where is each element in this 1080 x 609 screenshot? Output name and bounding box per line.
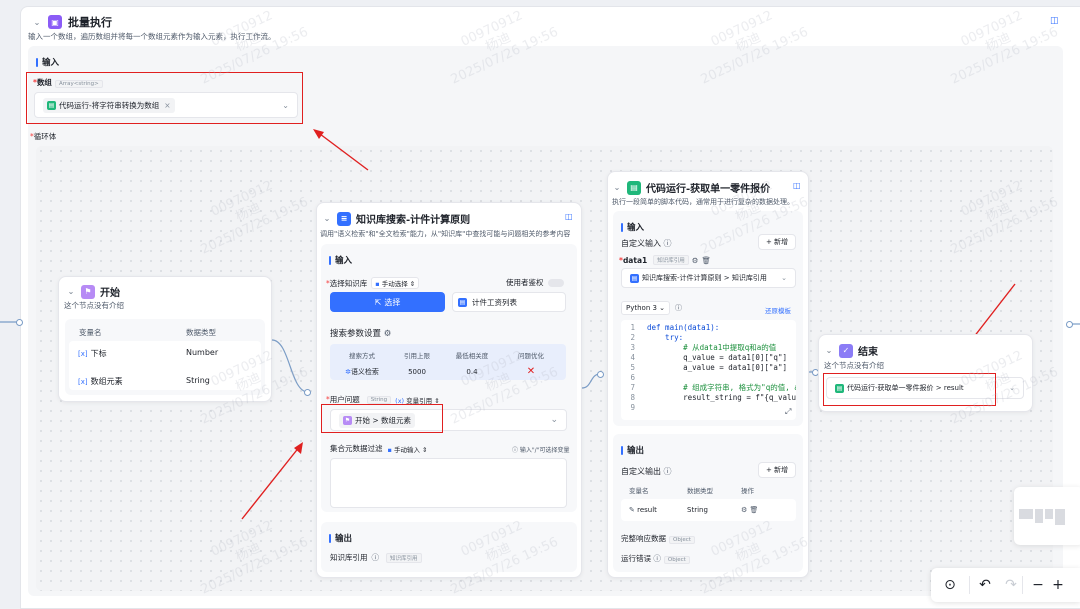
watermark: 00970912 杨迪 2025/07/26 19:56 — [698, 8, 811, 88]
watermark: 00970912 杨迪 2025/07/26 19:56 — [198, 178, 311, 258]
watermark: 00970912 杨迪 2025/07/26 19:56 — [198, 518, 311, 598]
watermark: 00970912 杨迪 2025/07/26 19:56 — [698, 518, 811, 598]
watermark: 00970912 杨迪 2025/07/26 19:56 — [948, 178, 1061, 258]
watermark: 00970912 杨迪 2025/07/26 19:56 — [198, 348, 311, 428]
watermark: 00970912 杨迪 2025/07/26 19:56 — [448, 8, 561, 88]
watermark: 00970912 杨迪 2025/07/26 19:56 — [948, 8, 1061, 88]
watermark: 00970912 杨迪 2025/07/26 19:56 — [448, 518, 561, 598]
watermark: 00970912 杨迪 2025/07/26 19:56 — [198, 8, 311, 88]
watermark: 00970912 杨迪 2025/07/26 19:56 — [698, 178, 811, 258]
watermark-layer: 00970912 杨迪 2025/07/26 19:56 00970912 杨迪… — [0, 0, 1080, 609]
watermark: 00970912 杨迪 2025/07/26 19:56 — [948, 348, 1061, 428]
watermark: 00970912 杨迪 2025/07/26 19:56 — [448, 348, 561, 428]
